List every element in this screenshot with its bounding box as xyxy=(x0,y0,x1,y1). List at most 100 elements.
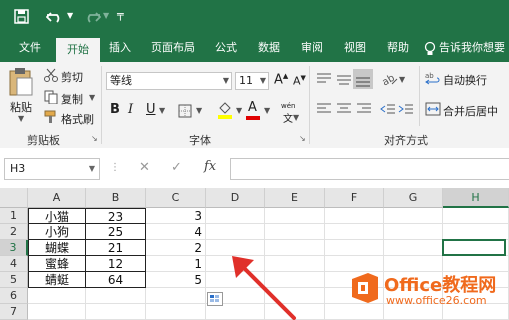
font-color-dropdown-icon[interactable]: ▼ xyxy=(264,106,270,115)
row-header[interactable]: 3 xyxy=(0,240,28,256)
borders-dropdown-icon[interactable]: ▼ xyxy=(196,106,202,115)
increase-indent-icon[interactable] xyxy=(398,102,414,116)
table-cell[interactable] xyxy=(384,240,443,256)
column-header-active[interactable]: H xyxy=(443,188,509,208)
italic-button[interactable]: I xyxy=(128,102,133,117)
column-header[interactable]: G xyxy=(384,188,443,208)
orientation-dropdown-icon[interactable]: ▼ xyxy=(399,75,405,84)
font-size-combo[interactable]: 11 ▼ xyxy=(235,72,269,90)
table-cell[interactable]: 21 xyxy=(86,240,146,256)
column-header[interactable]: B xyxy=(86,188,146,208)
font-launcher-icon[interactable]: ↘ xyxy=(299,134,306,143)
table-cell[interactable] xyxy=(146,288,206,304)
customize-qat-icon[interactable]: ╤ xyxy=(117,8,124,21)
table-cell[interactable]: 蜜蜂 xyxy=(28,256,86,272)
more-options-icon[interactable]: ⋮ xyxy=(110,162,120,173)
paste-dropdown-icon[interactable]: ▼ xyxy=(18,114,24,123)
table-cell[interactable]: 23 xyxy=(86,208,146,224)
align-right-icon[interactable] xyxy=(356,102,372,116)
tab-formulas[interactable]: 公式 xyxy=(208,34,244,62)
phonetic-dropdown-icon[interactable]: ▼ xyxy=(293,113,299,122)
tell-me-search[interactable]: 告诉我你想要 xyxy=(439,34,509,62)
tab-help[interactable]: 帮助 xyxy=(380,34,416,62)
scissors-icon[interactable] xyxy=(44,68,58,82)
bold-button[interactable]: B xyxy=(110,102,120,117)
decrease-indent-icon[interactable] xyxy=(380,102,396,116)
table-cell[interactable] xyxy=(86,288,146,304)
tab-home[interactable]: 开始 xyxy=(56,38,100,62)
copy-icon[interactable] xyxy=(44,90,58,104)
shrink-font-button[interactable]: A▼ xyxy=(293,74,306,88)
row-header[interactable]: 6 xyxy=(0,288,28,304)
table-cell[interactable] xyxy=(206,208,265,224)
table-cell[interactable] xyxy=(325,240,384,256)
quick-analysis-button[interactable] xyxy=(207,292,223,306)
selected-cell-h3[interactable] xyxy=(442,239,506,256)
insert-function-button[interactable]: fx xyxy=(204,159,216,174)
table-cell[interactable] xyxy=(265,224,325,240)
column-header[interactable]: E xyxy=(265,188,325,208)
save-icon[interactable] xyxy=(14,9,30,25)
table-cell[interactable] xyxy=(443,208,509,224)
redo-icon[interactable] xyxy=(83,9,101,25)
format-painter-icon[interactable] xyxy=(44,110,58,124)
row-header[interactable]: 5 xyxy=(0,272,28,288)
tab-data[interactable]: 数据 xyxy=(251,34,287,62)
column-header[interactable]: F xyxy=(325,188,384,208)
row-header[interactable]: 4 xyxy=(0,256,28,272)
table-cell[interactable] xyxy=(325,224,384,240)
table-cell[interactable] xyxy=(86,304,146,320)
chevron-down-icon[interactable]: ▼ xyxy=(223,73,229,89)
paste-icon[interactable] xyxy=(8,67,34,97)
table-cell[interactable]: 3 xyxy=(146,208,206,224)
tab-file[interactable]: 文件 xyxy=(8,34,52,62)
table-cell[interactable]: 小猫 xyxy=(28,208,86,224)
align-center-icon[interactable] xyxy=(336,102,352,116)
orientation-icon[interactable]: ab xyxy=(380,70,398,86)
clipboard-launcher-icon[interactable]: ↘ xyxy=(91,134,98,143)
font-color-button[interactable]: A xyxy=(248,100,257,115)
table-cell[interactable] xyxy=(28,288,86,304)
table-cell[interactable] xyxy=(384,224,443,240)
table-cell[interactable]: 25 xyxy=(86,224,146,240)
paste-button[interactable]: 粘贴 xyxy=(10,99,32,115)
wrap-text-icon[interactable]: ab xyxy=(425,71,441,87)
table-cell[interactable]: 1 xyxy=(146,256,206,272)
align-top-icon[interactable] xyxy=(316,72,332,86)
borders-icon[interactable] xyxy=(178,104,192,118)
table-cell[interactable] xyxy=(443,224,509,240)
table-cell[interactable]: 小狗 xyxy=(28,224,86,240)
underline-dropdown-icon[interactable]: ▼ xyxy=(159,106,165,115)
align-middle-icon[interactable] xyxy=(336,72,352,86)
merge-center-button[interactable]: 合并后居中 xyxy=(443,103,498,119)
select-all-corner[interactable] xyxy=(0,188,28,208)
tab-insert[interactable]: 插入 xyxy=(102,34,138,62)
tab-view[interactable]: 视图 xyxy=(337,34,373,62)
row-header[interactable]: 2 xyxy=(0,224,28,240)
chevron-down-icon[interactable]: ▼ xyxy=(89,164,95,173)
grow-font-button[interactable]: A▲ xyxy=(274,72,288,87)
table-cell[interactable] xyxy=(146,304,206,320)
table-cell[interactable]: 4 xyxy=(146,224,206,240)
table-cell[interactable] xyxy=(265,208,325,224)
phonetic-glyph-icon[interactable]: 文 xyxy=(283,110,293,125)
undo-icon[interactable] xyxy=(46,9,64,25)
fill-color-icon[interactable] xyxy=(217,100,233,120)
cut-button[interactable]: 剪切 xyxy=(61,69,83,85)
align-bottom-button[interactable] xyxy=(353,69,373,89)
merge-center-icon[interactable] xyxy=(425,102,441,116)
column-header[interactable]: C xyxy=(146,188,206,208)
row-header[interactable]: 7 xyxy=(0,304,28,320)
table-cell[interactable] xyxy=(206,224,265,240)
table-cell[interactable]: 蜻蜓 xyxy=(28,272,86,288)
table-cell[interactable] xyxy=(384,208,443,224)
table-cell[interactable]: 2 xyxy=(146,240,206,256)
cancel-icon[interactable]: ✕ xyxy=(139,160,150,175)
fill-color-dropdown-icon[interactable]: ▼ xyxy=(236,106,242,115)
column-header[interactable]: A xyxy=(28,188,86,208)
table-cell[interactable]: 64 xyxy=(86,272,146,288)
undo-dropdown-icon[interactable]: ▼ xyxy=(67,11,73,20)
font-name-combo[interactable]: 等线 ▼ xyxy=(106,72,232,90)
tab-page-layout[interactable]: 页面布局 xyxy=(145,34,201,62)
enter-icon[interactable]: ✓ xyxy=(171,160,182,175)
